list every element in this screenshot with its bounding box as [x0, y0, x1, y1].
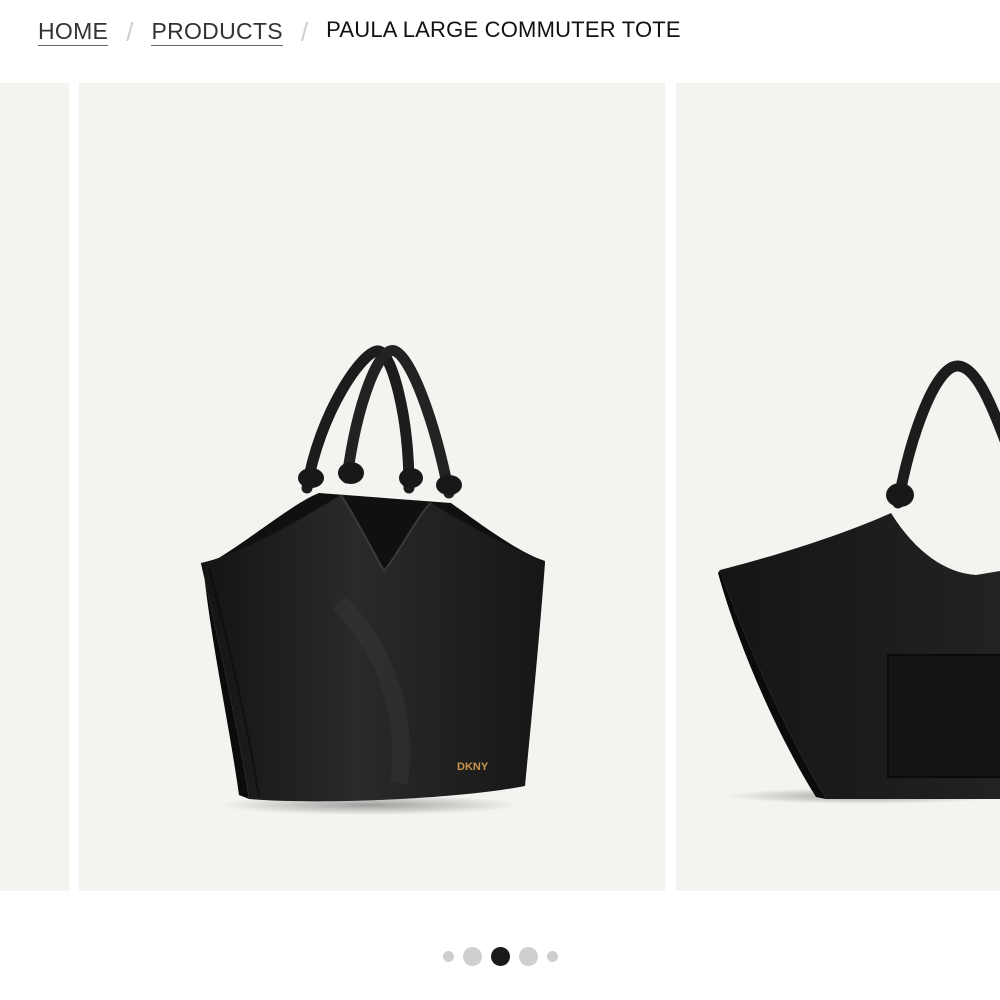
product-image-next: [718, 360, 1000, 804]
breadcrumb-separator: /: [300, 17, 309, 47]
breadcrumb-home-link[interactable]: HOME: [38, 18, 109, 46]
carousel-slide-previous[interactable]: [0, 83, 69, 891]
breadcrumb: HOME / PRODUCTS / PAULA LARGE COMMUTER T…: [38, 12, 681, 52]
breadcrumb-products-link[interactable]: PRODUCTS: [151, 18, 283, 46]
product-image-main: DKNY: [201, 345, 545, 815]
breadcrumb-separator: /: [126, 17, 134, 47]
carousel-dot-1[interactable]: [442, 950, 454, 962]
carousel-dot-3-active[interactable]: [490, 946, 510, 966]
dkny-logo: DKNY: [457, 761, 489, 773]
product-image-carousel[interactable]: DKNY: [0, 83, 1000, 891]
carousel-dot-5[interactable]: [546, 950, 558, 962]
carousel-dot-2[interactable]: [462, 946, 482, 966]
carousel-dot-4[interactable]: [518, 946, 538, 966]
breadcrumb-current-page: PAULA LARGE COMMUTER TOTE: [326, 17, 681, 42]
carousel-slide-next[interactable]: [676, 83, 1000, 891]
carousel-pagination: [0, 940, 1000, 972]
carousel-slide-current[interactable]: DKNY: [79, 83, 665, 891]
